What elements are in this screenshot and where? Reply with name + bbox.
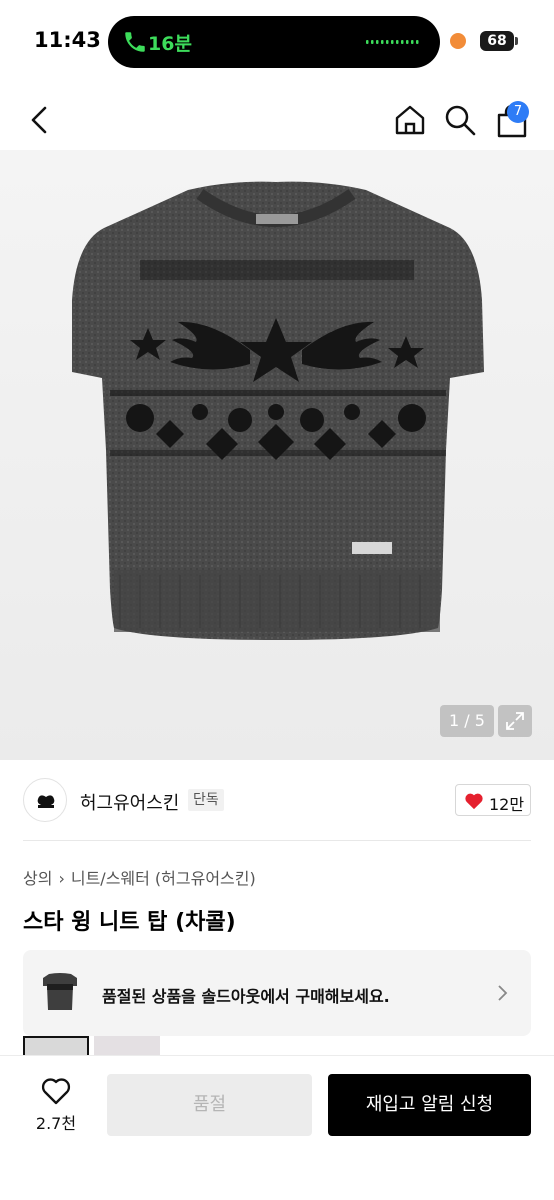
back-button[interactable] [22, 102, 58, 138]
heart-filled-icon [465, 793, 483, 810]
soldout-banner[interactable]: 품절된 상품을 솔드아웃에서 구매해보세요. [23, 950, 531, 1036]
chevron-right-icon [498, 985, 508, 1001]
call-duration: 16분 [148, 33, 192, 55]
soldout-button[interactable]: 품절 [107, 1074, 312, 1136]
breadcrumb-separator-icon: › [58, 869, 65, 888]
product-title: 스타 윙 니트 탑 (차콜) [23, 910, 236, 935]
dynamic-island[interactable]: 16분 [108, 16, 440, 68]
audio-wave-icon [366, 40, 419, 44]
breadcrumb-category[interactable]: 상의 [23, 869, 52, 888]
status-bar: 11:43 16분 68 [0, 0, 554, 80]
brand-like-count: 12만 [489, 795, 525, 814]
heart-outline-icon[interactable] [40, 1076, 72, 1106]
soldout-product-thumbnail [43, 973, 77, 1010]
battery-tip [515, 37, 518, 45]
soldout-banner-text: 품절된 상품을 솔드아웃에서 구매해보세요. [102, 987, 390, 1006]
restock-alert-button[interactable]: 재입고 알림 신청 [328, 1074, 531, 1136]
status-time: 11:43 [34, 28, 101, 52]
battery-indicator: 68 [480, 31, 514, 51]
product-image [72, 181, 484, 640]
breadcrumb-subcategory[interactable]: 니트/스웨터 (허그유어스킨) [71, 869, 256, 888]
recording-dot-icon [450, 33, 466, 49]
expand-icon [506, 712, 524, 730]
cart-count-badge: 7 [507, 101, 529, 123]
breadcrumb: 상의 › 니트/스웨터 (허그유어스킨) [23, 865, 256, 889]
brand-like-button[interactable]: 12만 [455, 784, 531, 816]
bottom-action-bar: 2.7천 품절 재입고 알림 신청 [0, 1055, 554, 1200]
brand-logo[interactable] [23, 778, 67, 822]
wish-count: 2.7천 [35, 1114, 77, 1133]
image-counter: 1 / 5 [440, 705, 494, 737]
brand-logo-icon [37, 795, 55, 808]
brand-name[interactable]: 허그유어스킨 [80, 789, 179, 815]
home-icon[interactable] [392, 102, 428, 138]
expand-image-button[interactable] [498, 705, 532, 737]
product-image-gallery[interactable]: 1 / 5 [0, 150, 554, 760]
phone-icon [125, 32, 145, 52]
search-icon[interactable] [442, 102, 478, 138]
exclusive-badge: 단독 [188, 789, 224, 811]
divider [23, 840, 531, 841]
